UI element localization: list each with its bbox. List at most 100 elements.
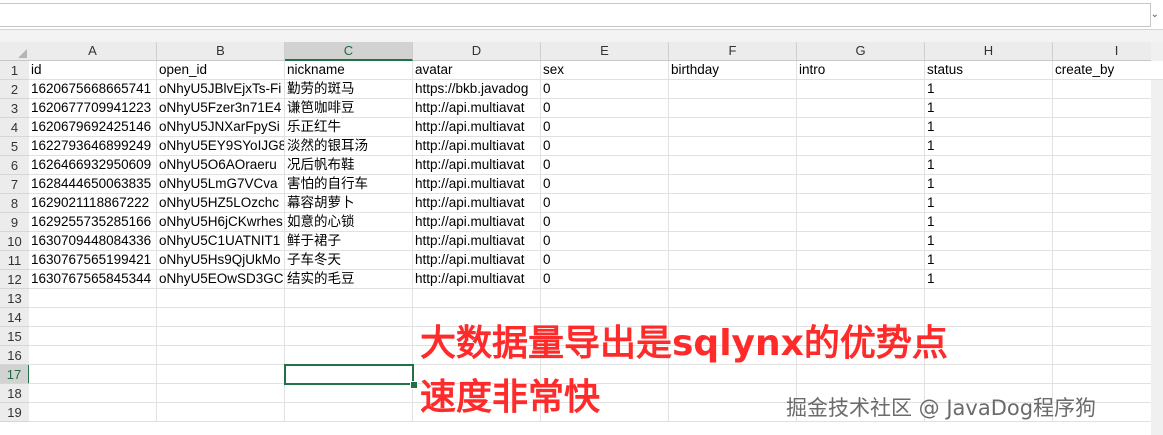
cell-a12[interactable]: 1630767565845344	[29, 270, 157, 289]
cell-i14[interactable]	[1053, 308, 1163, 327]
cell-d3[interactable]: http://api.multiavat	[413, 99, 541, 118]
cell-f6[interactable]	[669, 156, 797, 175]
row-header-2[interactable]: 2	[0, 80, 30, 99]
cell-g11[interactable]	[797, 251, 925, 270]
cell-i5[interactable]	[1053, 137, 1163, 156]
cell-a4[interactable]: 1620679692425146	[29, 118, 157, 137]
row-header-5[interactable]: 5	[0, 137, 30, 156]
cell-b5[interactable]: oNhyU5EY9SYoIJG8	[157, 137, 285, 156]
cell-i8[interactable]	[1053, 194, 1163, 213]
cell-e2[interactable]: 0	[541, 80, 669, 99]
cell-c11[interactable]: 子车冬天	[285, 251, 413, 270]
cell-h3[interactable]: 1	[925, 99, 1053, 118]
cell-d1[interactable]: avatar	[413, 61, 541, 80]
cell-a19[interactable]	[29, 403, 157, 422]
cell-g12[interactable]	[797, 270, 925, 289]
row-header-4[interactable]: 4	[0, 118, 30, 137]
cell-h1[interactable]: status	[925, 61, 1053, 80]
cell-d5[interactable]: http://api.multiavat	[413, 137, 541, 156]
cell-i13[interactable]	[1053, 289, 1163, 308]
cell-h8[interactable]: 1	[925, 194, 1053, 213]
cell-b18[interactable]	[157, 384, 285, 403]
cell-h12[interactable]: 1	[925, 270, 1053, 289]
cell-d12[interactable]: http://api.multiavat	[413, 270, 541, 289]
cell-g13[interactable]	[797, 289, 925, 308]
cell-f10[interactable]	[669, 232, 797, 251]
cell-e1[interactable]: sex	[541, 61, 669, 80]
cell-c2[interactable]: 勤劳的斑马	[285, 80, 413, 99]
row-header-9[interactable]: 9	[0, 213, 30, 232]
row-header-13[interactable]: 13	[0, 289, 30, 308]
vertical-scrollbar[interactable]	[1151, 42, 1163, 435]
row-header-3[interactable]: 3	[0, 99, 30, 118]
cell-a3[interactable]: 1620677709941223	[29, 99, 157, 118]
cell-h10[interactable]: 1	[925, 232, 1053, 251]
cell-h5[interactable]: 1	[925, 137, 1053, 156]
row-header-6[interactable]: 6	[0, 156, 30, 175]
cell-i17[interactable]	[1053, 365, 1163, 384]
cell-c6[interactable]: 况后帆布鞋	[285, 156, 413, 175]
cell-c8[interactable]: 幕容胡萝卜	[285, 194, 413, 213]
cell-c3[interactable]: 谦笆咖啡豆	[285, 99, 413, 118]
cell-b13[interactable]	[157, 289, 285, 308]
cell-a15[interactable]	[29, 327, 157, 346]
cell-c1[interactable]: nickname	[285, 61, 413, 80]
cell-i4[interactable]	[1053, 118, 1163, 137]
column-header-h[interactable]: H	[925, 42, 1053, 61]
cell-g8[interactable]	[797, 194, 925, 213]
cell-a13[interactable]	[29, 289, 157, 308]
cell-b11[interactable]: oNhyU5Hs9QjUkMo	[157, 251, 285, 270]
cell-h13[interactable]	[925, 289, 1053, 308]
cell-c13[interactable]	[285, 289, 413, 308]
cell-d8[interactable]: http://api.multiavat	[413, 194, 541, 213]
cell-i15[interactable]	[1053, 327, 1163, 346]
cell-b2[interactable]: oNhyU5JBlvEjxTs-Fi	[157, 80, 285, 99]
cell-a18[interactable]	[29, 384, 157, 403]
cell-b12[interactable]: oNhyU5EOwSD3GC	[157, 270, 285, 289]
cell-g6[interactable]	[797, 156, 925, 175]
cell-e7[interactable]: 0	[541, 175, 669, 194]
cell-g4[interactable]	[797, 118, 925, 137]
cell-c18[interactable]	[285, 384, 413, 403]
cell-b4[interactable]: oNhyU5JNXarFpySi	[157, 118, 285, 137]
cell-f11[interactable]	[669, 251, 797, 270]
cell-i12[interactable]	[1053, 270, 1163, 289]
cell-h4[interactable]: 1	[925, 118, 1053, 137]
cell-e10[interactable]: 0	[541, 232, 669, 251]
cell-f1[interactable]: birthday	[669, 61, 797, 80]
cell-a1[interactable]: id	[29, 61, 157, 80]
cell-a9[interactable]: 1629255735285166	[29, 213, 157, 232]
cell-a7[interactable]: 1628444650063835	[29, 175, 157, 194]
cell-d2[interactable]: https://bkb.javadog	[413, 80, 541, 99]
row-header-18[interactable]: 18	[0, 384, 30, 403]
cell-b16[interactable]	[157, 346, 285, 365]
cell-e6[interactable]: 0	[541, 156, 669, 175]
cell-b14[interactable]	[157, 308, 285, 327]
cell-b19[interactable]	[157, 403, 285, 422]
cell-e4[interactable]: 0	[541, 118, 669, 137]
column-header-c[interactable]: C	[285, 42, 413, 61]
cell-g17[interactable]	[797, 365, 925, 384]
cell-g9[interactable]	[797, 213, 925, 232]
row-header-7[interactable]: 7	[0, 175, 30, 194]
cell-c14[interactable]	[285, 308, 413, 327]
cell-c5[interactable]: 淡然的银耳汤	[285, 137, 413, 156]
cell-a6[interactable]: 1626466932950609	[29, 156, 157, 175]
cell-g10[interactable]	[797, 232, 925, 251]
cell-b6[interactable]: oNhyU5O6AOraeru	[157, 156, 285, 175]
cell-g3[interactable]	[797, 99, 925, 118]
row-header-10[interactable]: 10	[0, 232, 30, 251]
cell-i16[interactable]	[1053, 346, 1163, 365]
row-header-12[interactable]: 12	[0, 270, 30, 289]
cell-c17[interactable]	[284, 364, 414, 385]
cell-g5[interactable]	[797, 137, 925, 156]
cell-d11[interactable]: http://api.multiavat	[413, 251, 541, 270]
cell-d6[interactable]: http://api.multiavat	[413, 156, 541, 175]
cell-b17[interactable]	[157, 365, 285, 384]
cell-c7[interactable]: 害怕的自行车	[285, 175, 413, 194]
cell-d10[interactable]: http://api.multiavat	[413, 232, 541, 251]
cell-a14[interactable]	[29, 308, 157, 327]
row-header-11[interactable]: 11	[0, 251, 30, 270]
cell-a16[interactable]	[29, 346, 157, 365]
cell-c19[interactable]	[285, 403, 413, 422]
